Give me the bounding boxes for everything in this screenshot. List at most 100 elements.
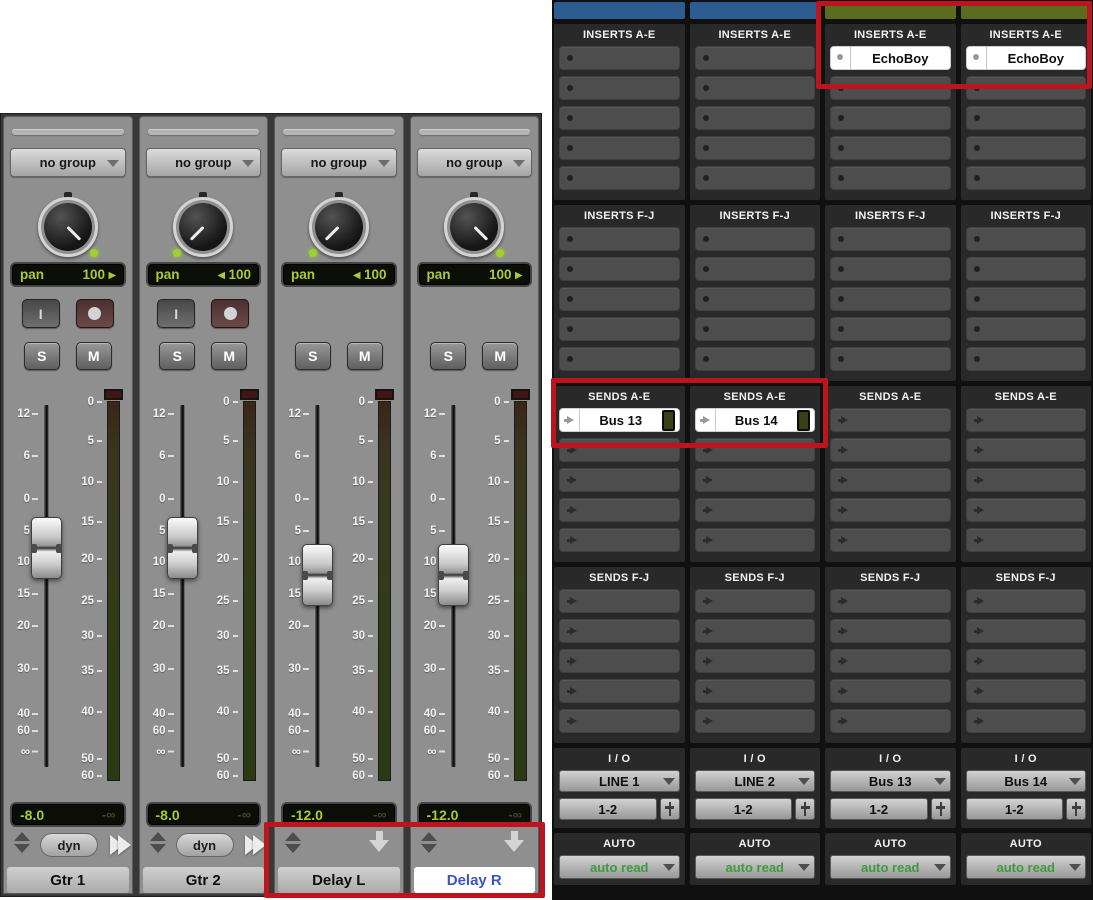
fader-track[interactable] — [180, 405, 185, 767]
insert-slot[interactable] — [695, 136, 816, 160]
nudge-buttons[interactable] — [421, 832, 437, 853]
send-slot[interactable] — [695, 649, 816, 673]
insert-slot[interactable] — [830, 136, 951, 160]
insert-slot[interactable] — [830, 287, 951, 311]
send-slot[interactable] — [695, 438, 816, 462]
mute-button[interactable]: M — [211, 342, 247, 370]
insert-slot[interactable] — [559, 227, 680, 251]
track-name[interactable]: Gtr 2 — [143, 867, 265, 893]
automation-mode-selector[interactable]: auto read — [695, 855, 816, 879]
send-slot[interactable] — [695, 709, 816, 733]
fader-handle[interactable] — [302, 544, 333, 606]
track-name[interactable]: Delay L — [278, 867, 400, 893]
send-arrow-cell[interactable] — [696, 409, 716, 431]
input-monitor-button[interactable]: I — [22, 299, 60, 328]
dyn-button[interactable]: dyn — [176, 833, 234, 857]
send-slot[interactable] — [559, 589, 680, 613]
solo-button[interactable]: S — [295, 342, 331, 370]
send-slot[interactable] — [695, 528, 816, 552]
volume-display[interactable]: -12.0 -∞ — [281, 802, 397, 827]
send-slot[interactable] — [559, 679, 680, 703]
output-window-icon[interactable] — [245, 835, 261, 860]
insert-slot[interactable] — [830, 76, 951, 100]
insert-slot[interactable] — [966, 227, 1087, 251]
send-slot[interactable] — [695, 468, 816, 492]
send-slot[interactable] — [830, 619, 951, 643]
insert-slot[interactable] — [559, 287, 680, 311]
insert-slot[interactable] — [559, 46, 680, 70]
dyn-button[interactable]: dyn — [40, 833, 98, 857]
nudge-buttons[interactable] — [14, 832, 30, 853]
record-enable-button[interactable] — [76, 299, 114, 328]
insert-slot[interactable] — [695, 166, 816, 190]
input-selector[interactable]: Bus 13 — [830, 770, 951, 792]
insert-slot[interactable] — [830, 257, 951, 281]
output-selector[interactable]: 1-2 — [695, 798, 793, 820]
send-slot[interactable] — [830, 679, 951, 703]
nudge-buttons[interactable] — [285, 832, 301, 853]
pan-knob[interactable] — [172, 196, 234, 258]
down-arrow-icon[interactable] — [369, 831, 389, 853]
group-selector[interactable]: no group — [146, 148, 262, 177]
fader-track[interactable] — [44, 405, 49, 767]
insert-slot[interactable] — [966, 106, 1087, 130]
insert-slot-echoboy[interactable]: EchoBoy — [830, 46, 951, 70]
volume-display[interactable]: -12.0 -∞ — [417, 802, 533, 827]
pan-display[interactable]: pan 100 ▸ — [10, 262, 126, 287]
insert-slot[interactable] — [559, 136, 680, 160]
automation-mode-selector[interactable]: auto read — [966, 855, 1087, 879]
insert-bypass-cell[interactable] — [831, 47, 851, 69]
group-selector[interactable]: no group — [10, 148, 126, 177]
insert-slot[interactable] — [966, 347, 1087, 371]
automation-mode-selector[interactable]: auto read — [830, 855, 951, 879]
pan-knob[interactable] — [443, 196, 505, 258]
insert-slot[interactable] — [830, 227, 951, 251]
insert-slot[interactable] — [966, 76, 1087, 100]
send-arrow-cell[interactable] — [560, 409, 580, 431]
send-slot[interactable] — [966, 649, 1087, 673]
insert-slot[interactable] — [695, 227, 816, 251]
send-slot[interactable] — [830, 498, 951, 522]
insert-slot[interactable] — [966, 287, 1087, 311]
down-arrow-icon[interactable] — [504, 831, 524, 853]
fader-handle[interactable] — [438, 544, 469, 606]
fader-handle[interactable] — [167, 517, 198, 579]
solo-button[interactable]: S — [24, 342, 60, 370]
output-fader-icon[interactable] — [795, 798, 815, 820]
output-selector[interactable]: 1-2 — [830, 798, 928, 820]
output-fader-icon[interactable] — [660, 798, 680, 820]
solo-button[interactable]: S — [159, 342, 195, 370]
group-selector[interactable]: no group — [417, 148, 533, 177]
insert-slot[interactable] — [830, 106, 951, 130]
clip-indicator[interactable] — [104, 389, 123, 400]
send-slot-assigned[interactable]: Bus 13 — [559, 408, 680, 432]
insert-slot[interactable] — [695, 46, 816, 70]
volume-display[interactable]: -8.0 -∞ — [10, 802, 126, 827]
send-slot[interactable] — [559, 468, 680, 492]
send-slot[interactable] — [966, 528, 1087, 552]
send-slot[interactable] — [966, 408, 1087, 432]
insert-slot[interactable] — [559, 257, 680, 281]
insert-slot[interactable] — [830, 166, 951, 190]
insert-slot[interactable] — [966, 257, 1087, 281]
send-slot[interactable] — [830, 709, 951, 733]
output-window-icon[interactable] — [110, 835, 126, 860]
insert-slot[interactable] — [830, 347, 951, 371]
insert-slot[interactable] — [559, 106, 680, 130]
send-slot[interactable] — [559, 498, 680, 522]
send-slot[interactable] — [966, 468, 1087, 492]
insert-bypass-cell[interactable] — [967, 47, 987, 69]
insert-slot[interactable] — [559, 76, 680, 100]
send-slot[interactable] — [966, 498, 1087, 522]
insert-slot[interactable] — [830, 317, 951, 341]
send-slot[interactable] — [559, 619, 680, 643]
volume-display[interactable]: -8.0 -∞ — [146, 802, 262, 827]
insert-slot[interactable] — [559, 166, 680, 190]
output-selector[interactable]: 1-2 — [966, 798, 1064, 820]
clip-indicator[interactable] — [240, 389, 259, 400]
mute-button[interactable]: M — [76, 342, 112, 370]
send-slot[interactable] — [559, 528, 680, 552]
insert-slot[interactable] — [695, 347, 816, 371]
send-slot[interactable] — [559, 709, 680, 733]
fader-handle[interactable] — [31, 517, 62, 579]
